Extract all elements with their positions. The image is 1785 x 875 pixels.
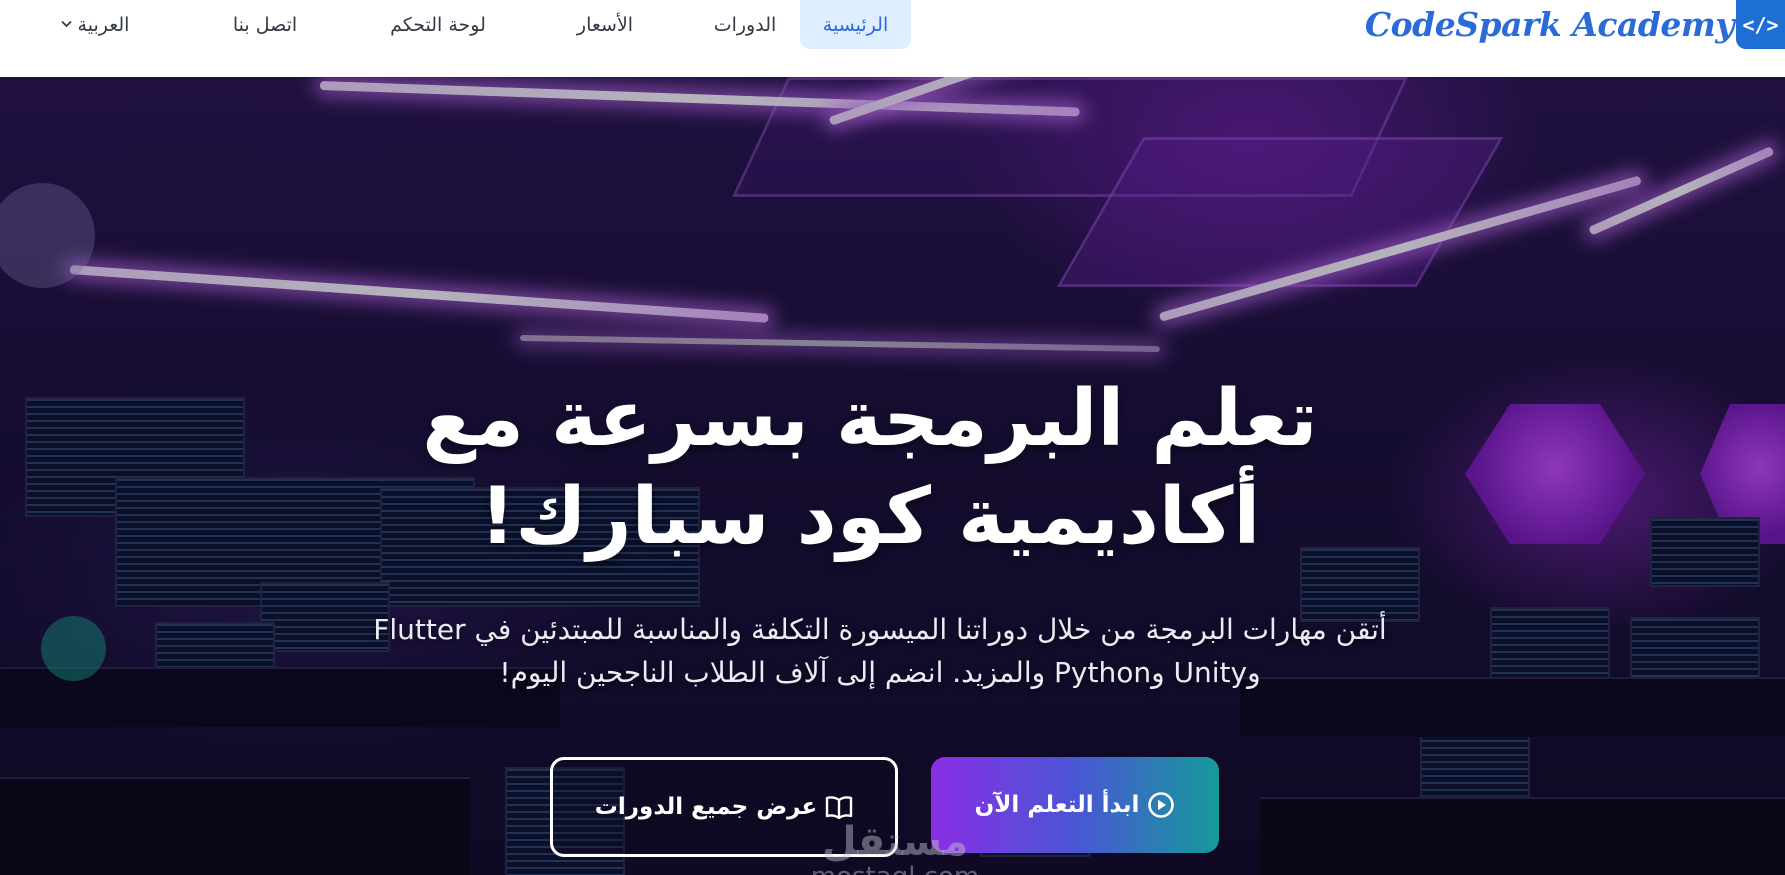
nav-contact[interactable]: اتصل بنا <box>210 0 320 49</box>
logo-text: CodeSpark Academy <box>1364 5 1735 44</box>
site-logo[interactable]: </> CodeSpark Academy <box>1365 0 1785 49</box>
view-courses-button[interactable]: عرض جميع الدورات <box>550 757 898 857</box>
start-learning-button[interactable]: ابدأ التعلم الآن <box>931 757 1219 853</box>
hero-title: تعلم البرمجة بسرعة مع أكاديمية كود سبارك… <box>422 374 1318 562</box>
code-brackets-icon: </> <box>1736 0 1785 49</box>
language-label: العربية <box>77 13 130 36</box>
language-select[interactable]: العربية <box>50 0 140 49</box>
nav-home[interactable]: الرئيسية <box>800 0 911 49</box>
nav-dashboard[interactable]: لوحة التحكم <box>368 0 508 49</box>
decor-circle <box>41 616 106 681</box>
nav-pricing[interactable]: الأسعار <box>555 0 655 49</box>
hero-section: تعلم البرمجة بسرعة مع أكاديمية كود سبارك… <box>0 77 1785 875</box>
hero-subtitle: أتقن مهارات البرمجة من خلال دوراتنا المي… <box>373 613 1387 689</box>
site-header: </> CodeSpark Academy الرئيسية الدورات ا… <box>0 0 1785 77</box>
play-circle-icon <box>1147 791 1175 819</box>
nav-courses[interactable]: الدورات <box>700 0 790 49</box>
view-courses-label: عرض جميع الدورات <box>594 794 818 820</box>
chevron-down-icon <box>60 17 72 32</box>
book-open-icon <box>825 795 853 819</box>
start-learning-label: ابدأ التعلم الآن <box>974 792 1140 818</box>
